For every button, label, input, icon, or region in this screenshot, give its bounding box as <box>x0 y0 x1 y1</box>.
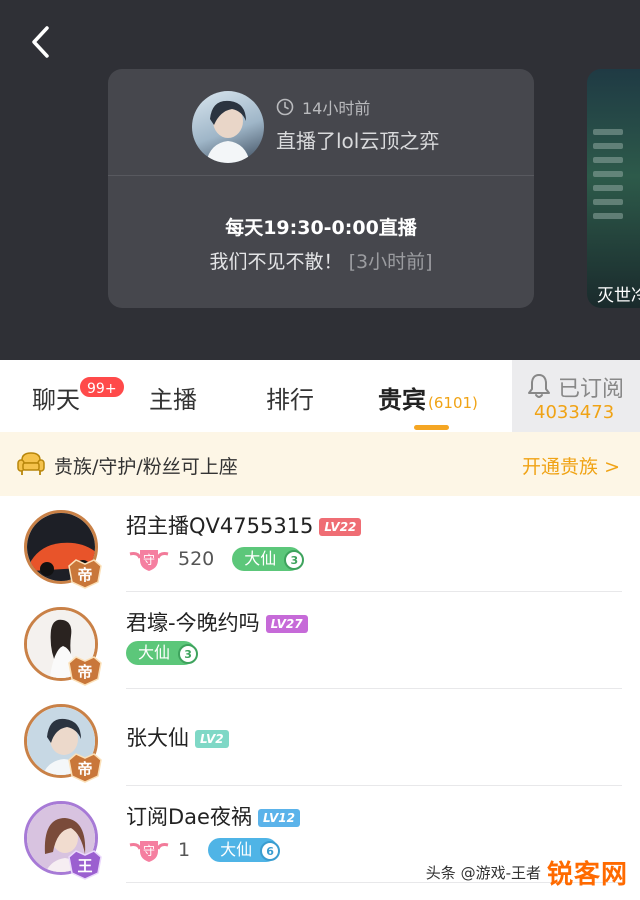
svg-text:守: 守 <box>143 844 155 858</box>
emperor-rank-icon: 帝 <box>68 559 102 589</box>
guest-name-text: 订阅Dae夜祸 <box>126 805 252 829</box>
tab-ranking-label: 排行 <box>266 386 314 414</box>
guest-name-text: 君壕-今晚约吗 <box>126 611 260 635</box>
guest-meta: 大仙 3 <box>126 641 199 665</box>
guard-badge-icon: 守 <box>129 550 169 571</box>
svg-text:守: 守 <box>143 553 155 567</box>
back-button[interactable] <box>22 22 62 62</box>
tab-vip-count: (6101) <box>428 394 478 412</box>
live-time-row: 14小时前 <box>276 95 370 119</box>
bell-icon <box>528 374 550 398</box>
fan-badge-label: 大仙 <box>138 643 171 662</box>
level-badge: LV22 <box>319 518 362 536</box>
fan-level: 3 <box>178 644 199 664</box>
watermark-text: 头条 @游戏-王者 <box>425 863 541 882</box>
guest-avatar-wrap: 帝 <box>24 704 102 783</box>
guest-row[interactable]: 帝 招主播QV4755315 LV22 守 520 大仙 3 <box>0 496 640 592</box>
tab-chat-label: 聊天 <box>32 386 80 414</box>
guest-name-text: 招主播QV4755315 <box>126 514 314 538</box>
video-thumbnail <box>593 129 623 227</box>
guest-name: 招主播QV4755315 LV22 <box>126 510 362 540</box>
fan-level: 6 <box>260 841 281 861</box>
guest-meta: 守 1 大仙 6 <box>128 837 281 863</box>
chevron-left-icon <box>32 26 49 58</box>
noble-seat-banner: 贵族/守护/粉丝可上座 开通贵族 > <box>0 432 640 496</box>
live-time-ago: 14小时前 <box>302 99 371 118</box>
level-badge: LV2 <box>195 730 229 748</box>
guard-count: 520 <box>178 548 215 570</box>
video-caption: 灭世冷 <box>597 286 640 306</box>
open-noble-link[interactable]: 开通贵族 > <box>522 452 620 479</box>
guest-name: 张大仙 LV2 <box>126 722 229 752</box>
watermark-logo: 锐客网 <box>546 859 628 890</box>
tab-chat[interactable]: 聊天 <box>32 380 80 415</box>
level-badge: LV27 <box>265 615 308 633</box>
anchor-header: 14小时前 直播了lol云顶之弈 每天19:30-0:00直播 我们不见不散！ … <box>0 0 640 360</box>
guest-name-text: 张大仙 <box>126 726 189 750</box>
fan-badge: 大仙 6 <box>208 838 281 862</box>
row-divider <box>126 785 622 786</box>
live-description: 直播了lol云顶之弈 <box>276 129 440 153</box>
anchor-notice: 我们不见不散！ [3小时前] <box>108 247 534 274</box>
anchor-avatar <box>192 91 264 163</box>
subscribe-button[interactable]: 已订阅 4033473 <box>512 360 640 432</box>
notice-text: 我们不见不散！ <box>209 251 343 273</box>
subscribe-label: 已订阅 <box>558 377 625 402</box>
tab-anchor[interactable]: 主播 <box>149 380 197 415</box>
guest-avatar-wrap: 王 <box>24 801 102 880</box>
fan-level: 3 <box>284 550 305 570</box>
guest-name: 君壕-今晚约吗 LV27 <box>126 607 308 637</box>
watermark: 头条 @游戏-王者 锐客网 <box>426 852 628 892</box>
guest-avatar-wrap: 帝 <box>24 607 102 686</box>
svg-text:帝: 帝 <box>77 663 92 681</box>
fan-badge-label: 大仙 <box>244 549 277 568</box>
king-rank-icon: 王 <box>68 850 102 880</box>
guest-avatar-wrap: 帝 <box>24 510 102 589</box>
svg-text:王: 王 <box>77 857 92 875</box>
tab-vip[interactable]: 贵宾 (6101) <box>378 380 478 415</box>
fan-badge: 大仙 3 <box>126 641 199 665</box>
guard-count: 1 <box>178 839 191 861</box>
guest-name: 订阅Dae夜祸 LV12 <box>126 801 300 831</box>
live-schedule: 每天19:30-0:00直播 <box>225 217 417 239</box>
card-divider <box>108 175 534 176</box>
notice-time-ago: [3小时前] <box>348 251 433 273</box>
live-history-card[interactable]: 14小时前 直播了lol云顶之弈 每天19:30-0:00直播 我们不见不散！ … <box>108 69 534 308</box>
tab-ranking[interactable]: 排行 <box>266 380 314 415</box>
active-tab-indicator <box>414 425 449 430</box>
tab-anchor-label: 主播 <box>149 386 197 414</box>
guest-row[interactable]: 帝 君壕-今晚约吗 LV27 大仙 3 <box>0 593 640 689</box>
chat-unread-badge: 99+ <box>78 375 126 399</box>
guest-meta: 守 520 大仙 3 <box>128 546 305 572</box>
row-divider <box>126 688 622 689</box>
video-preview-card[interactable]: 灭世冷 <box>587 69 640 308</box>
guard-badge-icon: 守 <box>129 841 169 862</box>
sofa-icon <box>17 452 45 475</box>
fan-badge-label: 大仙 <box>220 840 253 859</box>
clock-icon <box>276 98 294 116</box>
svg-text:帝: 帝 <box>77 566 92 584</box>
tab-vip-label: 贵宾 <box>378 386 426 414</box>
row-divider <box>126 591 622 592</box>
room-tabs: 聊天 99+ 主播 排行 贵宾 (6101) 已订阅 4033473 <box>0 360 640 432</box>
emperor-rank-icon: 帝 <box>68 753 102 783</box>
svg-text:帝: 帝 <box>77 760 92 778</box>
fan-badge: 大仙 3 <box>232 547 305 571</box>
level-badge: LV12 <box>257 809 300 827</box>
noble-seat-text: 贵族/守护/粉丝可上座 <box>54 456 238 478</box>
subscriber-count: 4033473 <box>534 402 615 423</box>
guest-row[interactable]: 帝 张大仙 LV2 <box>0 690 640 786</box>
emperor-rank-icon: 帝 <box>68 656 102 686</box>
